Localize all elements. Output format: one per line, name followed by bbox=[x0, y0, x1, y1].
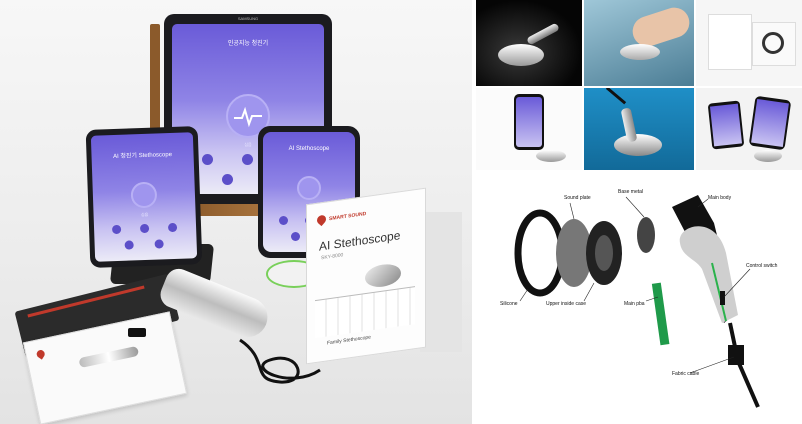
photo-box-contents bbox=[696, 0, 802, 86]
brand-heart-icon bbox=[315, 213, 328, 227]
phone-menu-icon[interactable] bbox=[279, 216, 288, 225]
photo-phone-with-device bbox=[476, 88, 582, 170]
label-main-pba: Main pba bbox=[624, 301, 645, 307]
manual-heart-icon bbox=[35, 348, 47, 360]
exploded-view-diagram: Sound plate Base metal Main body Control… bbox=[476, 173, 802, 424]
product-box-side bbox=[420, 212, 462, 352]
photo-two-phones bbox=[696, 88, 802, 170]
tablet-menu-icon[interactable] bbox=[202, 154, 213, 165]
label-main-body: Main body bbox=[708, 195, 732, 201]
label-base-metal: Base metal bbox=[618, 189, 644, 195]
product-kit-photo: SAMSUNG 인공지능 청진기 심음 AI 청진기 Stethoscope 심… bbox=[0, 0, 472, 424]
stethoscope-head bbox=[614, 134, 662, 156]
phone-a bbox=[707, 100, 745, 150]
heart-monitor-icon[interactable] bbox=[130, 181, 158, 209]
phone-menu-icon[interactable] bbox=[111, 224, 122, 235]
phone-menu-icon[interactable] bbox=[167, 222, 178, 233]
phone-menu-icon[interactable] bbox=[139, 223, 150, 234]
stethoscope-head bbox=[498, 44, 544, 66]
heart-monitor-icon[interactable] bbox=[297, 176, 321, 200]
phone-menu-icon[interactable] bbox=[154, 239, 164, 249]
exploded-parts bbox=[514, 195, 760, 408]
usb-cable bbox=[239, 338, 321, 384]
tablet-app-title: 인공지능 청진기 bbox=[227, 41, 269, 47]
stethoscope-small bbox=[754, 150, 782, 162]
label-upper-inside-case: Upper inside case bbox=[546, 301, 587, 307]
phone bbox=[514, 94, 544, 150]
product-box-title: AI Stethoscope bbox=[319, 228, 401, 254]
stethoscope-head bbox=[620, 44, 660, 60]
stethoscope-small bbox=[536, 150, 566, 162]
phone-left-app-title: AI 청진기 Stethoscope bbox=[113, 151, 173, 161]
label-fabric-cable: Fabric cable bbox=[672, 371, 700, 377]
product-box-subtitle: SKY-8000 bbox=[321, 252, 344, 262]
manual-stethoscope-image bbox=[78, 345, 140, 369]
photo-hand-using-device bbox=[584, 0, 694, 86]
phone-left: AI 청진기 Stethoscope 심음 bbox=[85, 126, 203, 268]
tablet-maker: SAMSUNG bbox=[237, 16, 259, 21]
label-silicone: Silicone bbox=[500, 301, 518, 307]
box-lid bbox=[708, 14, 752, 70]
stethoscope-ring bbox=[762, 32, 784, 54]
cable bbox=[605, 88, 627, 105]
photo-black-background bbox=[476, 0, 582, 86]
stethoscope-neck bbox=[526, 22, 560, 46]
phone-menu-icon[interactable] bbox=[291, 232, 300, 241]
phone-menu-icon[interactable] bbox=[124, 240, 134, 250]
phone-left-heart-label: 심음 bbox=[140, 211, 149, 218]
phone-b bbox=[748, 95, 792, 151]
tablet-menu-icon[interactable] bbox=[242, 154, 253, 165]
label-control-switch: Control switch bbox=[746, 263, 778, 269]
phone-left-screen: AI 청진기 Stethoscope 심음 bbox=[90, 132, 198, 262]
photo-blue-background bbox=[584, 88, 694, 170]
box-stethoscope-illustration bbox=[365, 262, 401, 290]
product-box-brand: SMART SOUND bbox=[329, 210, 367, 223]
phone-right-app-title: AI Stethoscope bbox=[288, 146, 330, 152]
label-sound-plate: Sound plate bbox=[564, 195, 591, 201]
tablet-menu-icon[interactable] bbox=[222, 174, 233, 185]
cable-adapter bbox=[128, 328, 146, 337]
